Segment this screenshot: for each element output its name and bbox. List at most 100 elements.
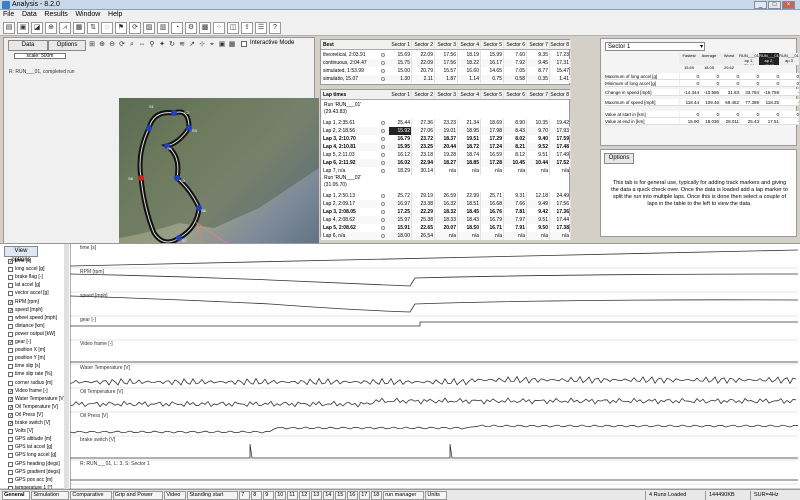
- run2-row[interactable]: Lap 4, 2:08.62 15.97 25.38 18.33 18.43 16.79 7…: [321, 216, 571, 224]
- channel-checkbox[interactable]: [8, 445, 13, 451]
- layers-icon[interactable]: ≋: [178, 41, 186, 49]
- run1-row[interactable]: Lap 5, 2:11.03 16.12 23.18 19.28 18.74 16.59 8…: [321, 151, 571, 159]
- compare-icon[interactable]: ⇅: [87, 22, 99, 34]
- best-row[interactable]: theoretical, 2:03.91 15.69 22.09 17.56 18.19…: [321, 51, 571, 59]
- channel-checkbox[interactable]: ✓: [8, 259, 13, 265]
- zoom-in-icon[interactable]: ⊕: [98, 41, 106, 49]
- header-sector-7[interactable]: Sector 7: [527, 40, 550, 48]
- tab-general[interactable]: General: [2, 491, 31, 500]
- menu-help[interactable]: Help: [105, 10, 125, 19]
- run2-row-radio[interactable]: [381, 218, 385, 222]
- lap-header-sector-7[interactable]: Sector 7: [527, 90, 550, 98]
- channel-checkbox[interactable]: [8, 477, 13, 483]
- search-icon[interactable]: ⌕: [128, 41, 136, 49]
- tag-icon[interactable]: ⌖: [208, 41, 216, 49]
- best-row-radio[interactable]: [381, 53, 385, 57]
- tab-8[interactable]: 8: [251, 491, 263, 500]
- pin-icon[interactable]: ⚲: [148, 41, 156, 49]
- cursor-icon[interactable]: ↗: [188, 41, 196, 49]
- scatter-icon[interactable]: ⁘: [213, 22, 225, 34]
- tab-18[interactable]: 18: [371, 491, 383, 500]
- run1-row-radio[interactable]: [381, 145, 385, 149]
- sector-dropdown[interactable]: Sector 1 ▾: [605, 42, 705, 51]
- header-sector-8[interactable]: Sector 8: [550, 40, 571, 48]
- histogram-icon[interactable]: ▥: [157, 22, 169, 34]
- run2-row-radio[interactable]: [381, 234, 385, 238]
- map-icon[interactable]: ◌: [101, 22, 113, 34]
- run1-row-radio[interactable]: [381, 121, 385, 125]
- channel-checkbox[interactable]: [8, 348, 13, 354]
- run1-row-radio[interactable]: [381, 137, 385, 141]
- tab-7[interactable]: 7: [239, 491, 251, 500]
- tab-units[interactable]: Units: [425, 491, 448, 500]
- zoom-out-icon[interactable]: ⊖: [108, 41, 116, 49]
- refresh-icon[interactable]: ⟳: [118, 41, 126, 49]
- run2-row[interactable]: Lap 3, 2:08.05 17.25 22.29 18.32 18.45 16.76 7…: [321, 208, 571, 216]
- split-icon[interactable]: ◫: [227, 22, 239, 34]
- run2-row[interactable]: Lap 1, 2:50.13 25.72 29.19 26.59 22.99 25.71 9…: [321, 192, 571, 200]
- channel-checkbox[interactable]: [8, 453, 13, 459]
- channel-checkbox[interactable]: ✓: [8, 340, 13, 346]
- run1-row[interactable]: Lap 2, 2:18.56 15.92 27.06 19.01 18.95 17.98 8…: [321, 127, 571, 135]
- tab-comparative[interactable]: Comparative: [70, 491, 112, 500]
- export-icon[interactable]: ⇪: [241, 22, 253, 34]
- best-row[interactable]: continuous, 2:04.47 15.75 22.09 17.56 18.22 1…: [321, 59, 571, 67]
- channel-checkbox[interactable]: ✓: [8, 396, 13, 402]
- marker-icon[interactable]: ✦: [158, 41, 166, 49]
- options-button[interactable]: Options: [48, 40, 86, 51]
- photo-icon[interactable]: ▣: [218, 41, 226, 49]
- channel-checkbox[interactable]: [8, 275, 13, 281]
- channel-checkbox[interactable]: ✓: [8, 299, 13, 305]
- channel-checkbox[interactable]: [8, 461, 13, 467]
- traces-graph[interactable]: [70, 244, 798, 489]
- tab-13[interactable]: 13: [311, 491, 323, 500]
- grid-icon[interactable]: ▦: [228, 41, 236, 49]
- open-icon[interactable]: ▤: [3, 22, 15, 34]
- channel-scrollbar[interactable]: [64, 244, 69, 489]
- tab-14[interactable]: 14: [323, 491, 335, 500]
- run1-row-radio[interactable]: [381, 153, 385, 157]
- sector-stats-col-header[interactable]: Fastest: [679, 53, 699, 65]
- run1-row[interactable]: Lap 3, 2:10.70 16.79 23.72 18.37 19.51 17.29 8…: [321, 135, 571, 143]
- header-sector-3[interactable]: Sector 3: [435, 40, 458, 48]
- best-row-radio[interactable]: [381, 69, 385, 73]
- lap-header-sector-4[interactable]: Sector 4: [458, 90, 481, 98]
- interactive-mode-checkbox[interactable]: [241, 41, 247, 47]
- menu-results[interactable]: Results: [41, 10, 70, 19]
- tab-simulation[interactable]: Simulation: [31, 491, 70, 500]
- channel-checkbox[interactable]: [8, 331, 13, 337]
- channel-checkbox[interactable]: [8, 291, 13, 297]
- run2-row-radio[interactable]: [381, 226, 385, 230]
- distance-icon[interactable]: ⇔: [138, 41, 146, 49]
- chart-icon[interactable]: ◪: [31, 22, 43, 34]
- rotate-icon[interactable]: ↻: [168, 41, 176, 49]
- graph-icon[interactable]: ⩘: [59, 22, 71, 34]
- calc-icon[interactable]: ▩: [199, 22, 211, 34]
- channel-checkbox[interactable]: ✓: [8, 421, 13, 427]
- run2-row-radio[interactable]: [381, 210, 385, 214]
- tab-9[interactable]: 9: [263, 491, 275, 500]
- run2-row[interactable]: Lap 2, 2:09.17 16.97 23.38 16.32 18.51 16.68 7…: [321, 200, 571, 208]
- tab-15[interactable]: 15: [335, 491, 347, 500]
- sector-stats-col-header[interactable]: Average: [699, 53, 719, 65]
- header-sector-2[interactable]: Sector 2: [412, 40, 435, 48]
- channel-checkbox[interactable]: [8, 283, 13, 289]
- menu-data[interactable]: Data: [19, 10, 40, 19]
- best-row-radio[interactable]: [381, 77, 385, 81]
- header-sector-1[interactable]: Sector 1: [389, 40, 412, 48]
- zoom-fit-icon[interactable]: ⊞: [88, 41, 96, 49]
- lap-header-sector-2[interactable]: Sector 2: [412, 90, 435, 98]
- tools-icon[interactable]: ⚙: [185, 22, 197, 34]
- run1-row-radio[interactable]: [381, 161, 385, 165]
- run1-row[interactable]: Lap 7, n/a 18.29 30.14 n/a n/a n/a n/a n/a n/a: [321, 167, 571, 175]
- best-row[interactable]: simulatio, 15.07 1.30 2.11 1.87 1.14 0.75 0.58…: [321, 75, 571, 83]
- tab-10[interactable]: 10: [275, 491, 287, 500]
- lap-header-sector-1[interactable]: Sector 1: [389, 90, 412, 98]
- run2-row-radio[interactable]: [381, 202, 385, 206]
- channel-checkbox[interactable]: [8, 267, 13, 273]
- channel-checkbox[interactable]: ✓: [8, 412, 13, 418]
- tab-17[interactable]: 17: [359, 491, 371, 500]
- info-options-button[interactable]: Options: [604, 153, 634, 164]
- zoom-in-icon[interactable]: ⊕: [45, 22, 57, 34]
- channel-checkbox[interactable]: [8, 380, 13, 386]
